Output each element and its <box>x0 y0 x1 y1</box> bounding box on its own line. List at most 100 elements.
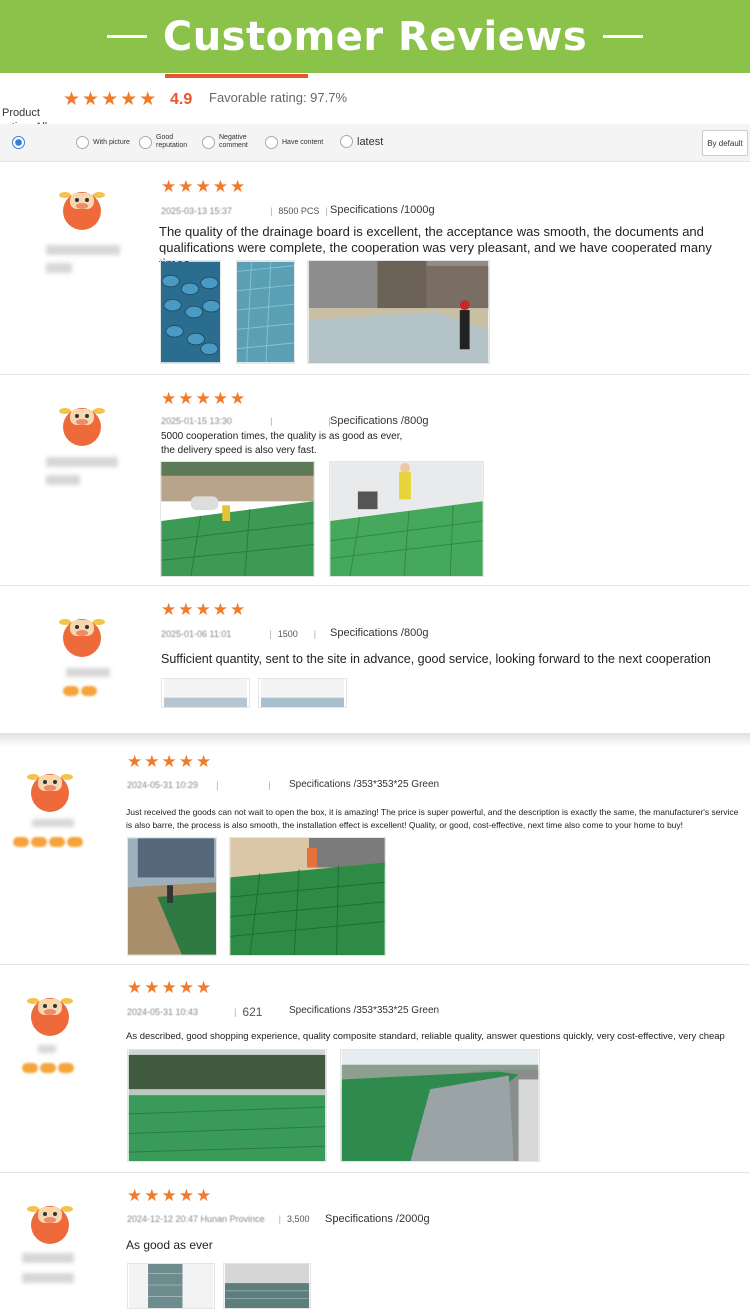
badge-icon <box>31 837 47 847</box>
rating-score: 4.9 <box>170 91 193 108</box>
avatar <box>27 774 73 812</box>
star-icon: ★ <box>82 88 100 110</box>
review-date: 2024-12-12 20:47 Hunan Province <box>127 1214 265 1224</box>
title-dash-right <box>603 35 644 38</box>
review-photo-drainage-rolls[interactable] <box>160 260 221 364</box>
member-badges <box>63 686 97 696</box>
filter-label: Good reputation <box>156 134 188 149</box>
review-photo-riverbank[interactable] <box>340 1049 540 1162</box>
star-icon: ★ <box>178 752 194 772</box>
review-stars: ★ ★ ★ ★ ★ <box>127 754 211 771</box>
star-icon: ★ <box>144 1186 160 1206</box>
star-icon: ★ <box>161 1186 177 1206</box>
review-date: 2025-01-15 13:30 <box>161 416 233 426</box>
review-meta: 2025-01-15 13:30 | | <box>161 416 331 426</box>
star-icon: ★ <box>127 752 143 772</box>
review-date: 2025-03-13 15:37 <box>161 206 233 216</box>
filter-label: Have content <box>282 138 324 146</box>
review-comment: As good as ever <box>126 1238 213 1252</box>
star-icon: ★ <box>178 978 194 998</box>
review-photo-site[interactable] <box>307 260 490 364</box>
filter-negative-comment[interactable]: Negative comment <box>202 134 249 150</box>
review-photo-roadside[interactable] <box>127 837 217 956</box>
review-date: 2025-01-06 11:01 <box>161 629 232 639</box>
star-icon: ★ <box>196 1186 212 1206</box>
review-stars: ★ ★ ★ ★ ★ <box>161 179 245 196</box>
review-meta: 2025-03-13 15:37 | 8500 PCS | <box>161 206 328 216</box>
badge-icon <box>49 837 65 847</box>
star-icon: ★ <box>230 389 246 409</box>
star-icon: ★ <box>230 177 246 197</box>
star-icon: ★ <box>63 88 81 110</box>
member-badges <box>22 1063 74 1073</box>
review-photo-installation[interactable] <box>160 461 315 577</box>
avatar <box>59 192 105 230</box>
star-icon: ★ <box>212 600 228 620</box>
review-spec: Specifications /1000g <box>330 204 435 216</box>
review-photo[interactable] <box>258 678 347 708</box>
review-photo-drainage-board[interactable] <box>236 260 295 364</box>
review-comment-line: the delivery speed is also very fast. <box>161 445 317 456</box>
star-icon: ★ <box>195 389 211 409</box>
star-icon: ★ <box>161 600 177 620</box>
review-stars: ★ ★ ★ ★ ★ <box>161 602 245 619</box>
username-masked <box>22 1273 74 1283</box>
review-item: ★ ★ ★ ★ ★ 2024-05-31 10:29 | | Specification… <box>0 745 750 965</box>
active-tab-indicator <box>165 74 308 78</box>
filter-good-reputation[interactable]: Good reputation <box>139 134 188 150</box>
star-icon: ★ <box>127 978 143 998</box>
star-icon: ★ <box>178 389 194 409</box>
review-photo-green-grid[interactable] <box>229 837 386 956</box>
review-photo-workers[interactable] <box>329 461 484 577</box>
radio-icon[interactable] <box>340 135 353 148</box>
avatar <box>27 998 73 1036</box>
review-comment: Just received the goods can not wait to … <box>126 807 739 830</box>
review-photo-rolls[interactable] <box>127 1263 215 1309</box>
radio-icon[interactable] <box>202 135 215 149</box>
radio-icon[interactable] <box>265 136 278 149</box>
filter-latest[interactable]: latest <box>340 135 383 148</box>
review-meta: 2024-12-12 20:47 Hunan Province | 3,500 … <box>127 1214 336 1224</box>
username-masked <box>32 819 74 827</box>
avatar <box>59 619 105 657</box>
star-icon: ★ <box>230 600 246 620</box>
review-stars: ★ ★ ★ ★ ★ <box>127 980 211 997</box>
star-icon: ★ <box>161 752 177 772</box>
review-stars: ★ ★ ★ ★ ★ <box>161 391 245 408</box>
review-photo-green-slope[interactable] <box>127 1049 327 1162</box>
badge-icon <box>40 1063 56 1073</box>
sort-button[interactable]: By default <box>702 130 748 156</box>
radio-icon[interactable] <box>139 135 152 149</box>
username-masked <box>46 457 118 467</box>
review-stars: ★ ★ ★ ★ ★ <box>127 1188 211 1205</box>
review-quantity: 1500 <box>277 629 298 639</box>
avatar <box>59 408 105 446</box>
filter-with-picture[interactable]: With picture <box>76 136 130 149</box>
star-icon: ★ <box>178 177 194 197</box>
filter-all[interactable] <box>12 136 25 149</box>
review-photo-rolls[interactable] <box>223 1263 311 1309</box>
star-icon: ★ <box>101 88 119 110</box>
rating-summary: ★ ★ ★ ★ ★ 4.9 Favorable rating: 97.7% Pr… <box>0 74 750 133</box>
username-masked <box>38 1045 56 1053</box>
filter-have-content[interactable]: Have content <box>265 136 323 149</box>
star-icon: ★ <box>212 177 228 197</box>
review-item: ★ ★ ★ ★ ★ 2025-01-15 13:30 | | Specification… <box>0 375 750 586</box>
username-masked <box>46 263 72 273</box>
radio-selected-icon[interactable] <box>12 136 25 149</box>
member-badges <box>13 837 83 847</box>
review-photo[interactable] <box>161 678 250 708</box>
star-icon: ★ <box>127 1186 143 1206</box>
title-dash-left <box>106 35 147 38</box>
star-icon: ★ <box>195 600 211 620</box>
username-masked <box>22 1253 74 1263</box>
favorable-rating: Favorable rating: 97.7% <box>209 90 348 105</box>
review-meta: 2025-01-06 11:01 | 1500 | <box>161 629 317 639</box>
star-icon: ★ <box>161 389 177 409</box>
star-icon: ★ <box>120 88 138 110</box>
star-icon: ★ <box>139 88 157 110</box>
star-icon: ★ <box>178 600 194 620</box>
radio-icon[interactable] <box>76 136 89 149</box>
review-spec: Specifications /800g <box>330 415 429 427</box>
star-icon: ★ <box>212 389 228 409</box>
